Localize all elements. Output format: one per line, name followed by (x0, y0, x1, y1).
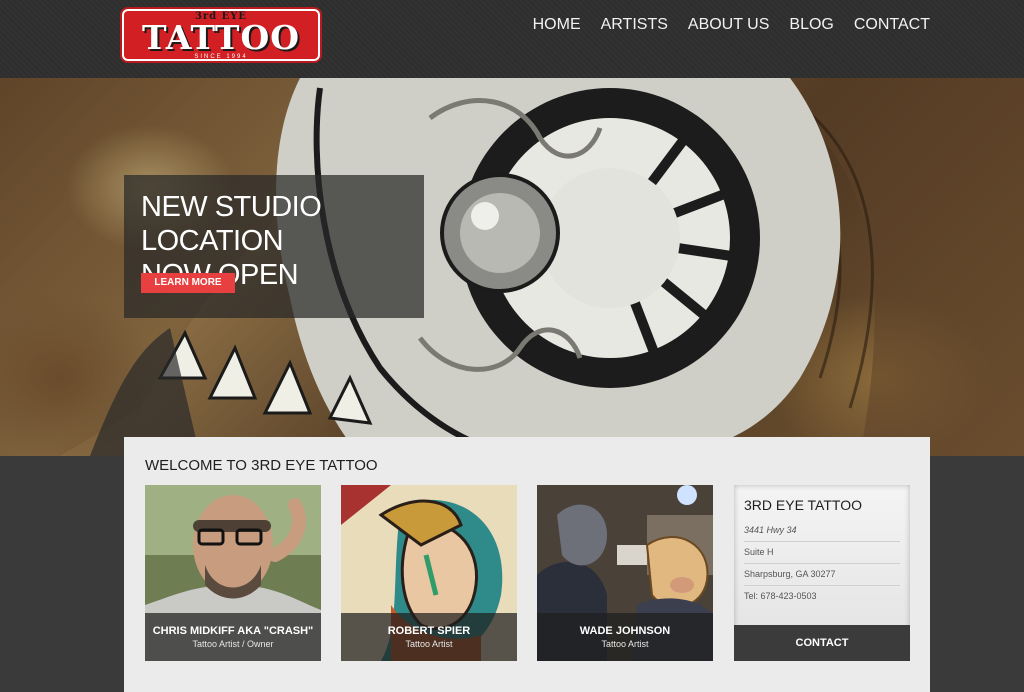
artist-caption: ROBERT SPIER Tattoo Artist (341, 613, 517, 661)
contact-suite: Suite H (744, 547, 900, 564)
artist-name: WADE JOHNSON (579, 625, 671, 637)
nav-artists[interactable]: ARTISTS (601, 16, 668, 34)
nav-contact[interactable]: CONTACT (854, 16, 930, 34)
hero-banner: NEW STUDIO LOCATION NOW OPEN LEARN MORE (0, 78, 1024, 456)
site-logo[interactable]: 3rd EYE TATTOO SINCE 1994 (122, 9, 320, 61)
contact-title: 3RD EYE TATTOO (744, 497, 862, 513)
contact-info-box: 3RD EYE TATTOO 3441 Hwy 34 Suite H Sharp… (734, 485, 910, 661)
contact-button[interactable]: CONTACT (734, 625, 910, 661)
artist-role: Tattoo Artist (405, 639, 453, 649)
artist-caption: WADE JOHNSON Tattoo Artist (537, 613, 713, 661)
artist-role: Tattoo Artist / Owner (192, 639, 274, 649)
learn-more-button[interactable]: LEARN MORE (141, 273, 235, 293)
nav-blog[interactable]: BLOG (789, 16, 833, 34)
site-header: 3rd EYE TATTOO SINCE 1994 HOME ARTISTS A… (0, 0, 1024, 78)
promo-title-line1: NEW STUDIO LOCATION (141, 191, 322, 257)
nav-home[interactable]: HOME (533, 16, 581, 34)
main-nav: HOME ARTISTS ABOUT US BLOG CONTACT (533, 16, 930, 34)
artist-role: Tattoo Artist (601, 639, 649, 649)
logo-main-text: TATTOO (142, 18, 300, 57)
welcome-heading: WELCOME TO 3RD EYE TATTOO (145, 457, 378, 474)
contact-city: Sharpsburg, GA 30277 (744, 569, 900, 586)
promo-box: NEW STUDIO LOCATION NOW OPEN LEARN MORE (124, 175, 424, 318)
nav-about-us[interactable]: ABOUT US (688, 16, 770, 34)
artist-card-wade[interactable]: WADE JOHNSON Tattoo Artist (537, 485, 713, 661)
contact-phone[interactable]: Tel: 678-423-0503 (744, 591, 900, 607)
artist-name: CHRIS MIDKIFF AKA "CRASH" (152, 625, 314, 637)
artist-card-robert[interactable]: ROBERT SPIER Tattoo Artist (341, 485, 517, 661)
artist-caption: CHRIS MIDKIFF AKA "CRASH" Tattoo Artist … (145, 613, 321, 661)
artist-card-chris[interactable]: CHRIS MIDKIFF AKA "CRASH" Tattoo Artist … (145, 485, 321, 661)
welcome-panel: WELCOME TO 3RD EYE TATTOO CHRIS MIDKIFF … (124, 437, 930, 692)
contact-address: 3441 Hwy 34 (744, 525, 900, 542)
artist-name: ROBERT SPIER (387, 625, 471, 637)
